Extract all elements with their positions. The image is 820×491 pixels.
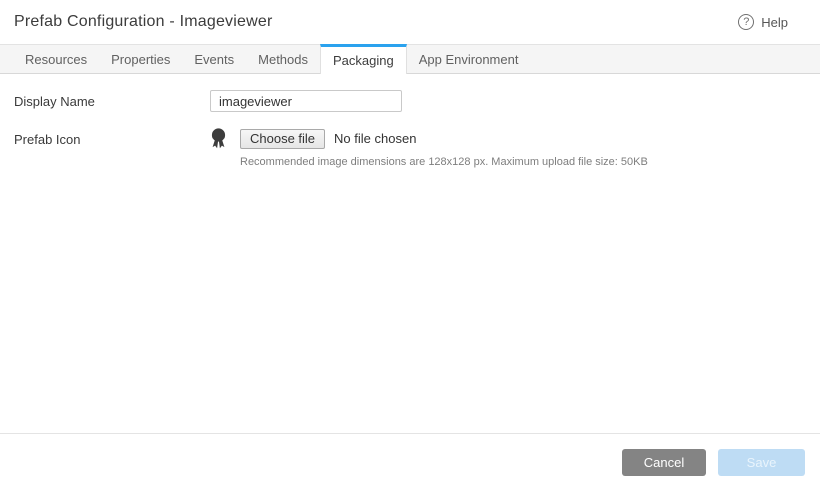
display-name-row: Display Name <box>14 90 820 112</box>
display-name-label: Display Name <box>14 90 210 109</box>
save-button[interactable]: Save <box>718 449 805 476</box>
tab-packaging[interactable]: Packaging <box>320 44 407 74</box>
help-button[interactable]: ? Help <box>738 14 788 30</box>
upload-hint-text: Recommended image dimensions are 128x128… <box>240 156 648 168</box>
cancel-button[interactable]: Cancel <box>622 449 706 476</box>
help-question-icon: ? <box>738 14 754 30</box>
dialog-footer: Cancel Save <box>0 433 820 491</box>
file-chosen-status: No file chosen <box>334 131 416 146</box>
prefab-icon-row: Prefab Icon <box>14 128 820 168</box>
tab-app-environment[interactable]: App Environment <box>407 45 531 73</box>
page-title: Prefab Configuration - Imageviewer <box>14 13 272 31</box>
tab-bar: Resources Properties Events Methods Pack… <box>0 44 820 74</box>
tab-methods[interactable]: Methods <box>246 45 320 73</box>
tab-resources[interactable]: Resources <box>13 45 99 73</box>
display-name-input[interactable] <box>210 90 402 112</box>
tab-events[interactable]: Events <box>182 45 246 73</box>
help-label: Help <box>761 15 788 30</box>
prefab-icon-label: Prefab Icon <box>14 128 210 147</box>
award-badge-icon <box>210 128 227 149</box>
tab-properties[interactable]: Properties <box>99 45 182 73</box>
prefab-configuration-dialog: Prefab Configuration - Imageviewer ? Hel… <box>0 0 820 491</box>
choose-file-button[interactable]: Choose file <box>240 129 325 149</box>
dialog-header: Prefab Configuration - Imageviewer ? Hel… <box>0 0 820 44</box>
packaging-form: Display Name Prefab Icon <box>0 74 820 168</box>
